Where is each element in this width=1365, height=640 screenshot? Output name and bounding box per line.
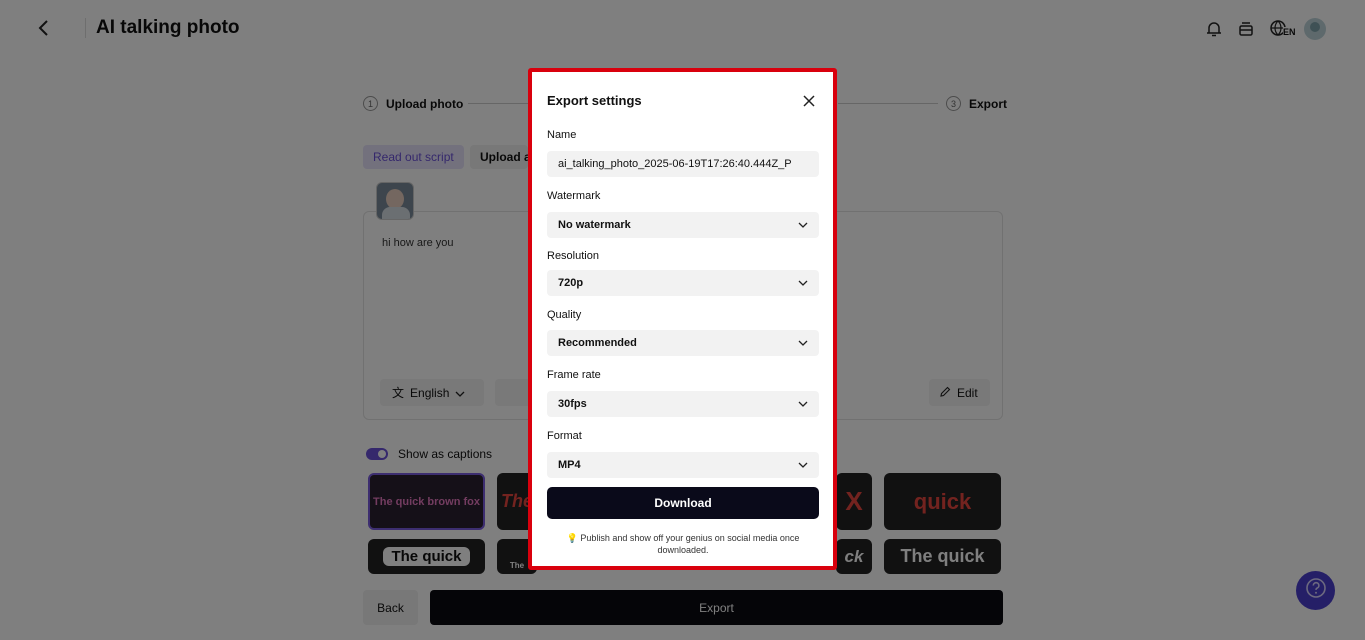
chevron-down-icon — [798, 401, 808, 407]
share-tip: 💡 Publish and show off your genius on so… — [562, 532, 804, 556]
chevron-down-icon — [798, 462, 808, 468]
chevron-down-icon — [798, 340, 808, 346]
resolution-label: Resolution — [547, 250, 599, 262]
framerate-select[interactable]: 30fps — [547, 391, 819, 417]
quality-label: Quality — [547, 309, 582, 321]
resolution-value: 720p — [558, 277, 584, 289]
framerate-value: 30fps — [558, 398, 587, 410]
name-label: Name — [547, 129, 577, 141]
watermark-label: Watermark — [547, 190, 601, 202]
name-input[interactable] — [558, 158, 808, 170]
export-settings-dialog: Export settings Name Watermark No waterm… — [528, 68, 837, 570]
watermark-select[interactable]: No watermark — [547, 212, 819, 238]
name-field-box — [547, 151, 819, 177]
resolution-select[interactable]: 720p — [547, 270, 819, 296]
chevron-down-icon — [798, 280, 808, 286]
download-button[interactable]: Download — [547, 487, 819, 519]
close-icon[interactable] — [802, 94, 816, 108]
dialog-title: Export settings — [547, 93, 642, 108]
format-value: MP4 — [558, 459, 581, 471]
format-select[interactable]: MP4 — [547, 452, 819, 478]
format-label: Format — [547, 430, 582, 442]
quality-value: Recommended — [558, 337, 637, 349]
chevron-down-icon — [798, 222, 808, 228]
watermark-value: No watermark — [558, 219, 631, 231]
framerate-label: Frame rate — [547, 369, 601, 381]
tip-text: Publish and show off your genius on soci… — [580, 533, 800, 555]
quality-select[interactable]: Recommended — [547, 330, 819, 356]
lightbulb-icon: 💡 — [566, 533, 578, 543]
